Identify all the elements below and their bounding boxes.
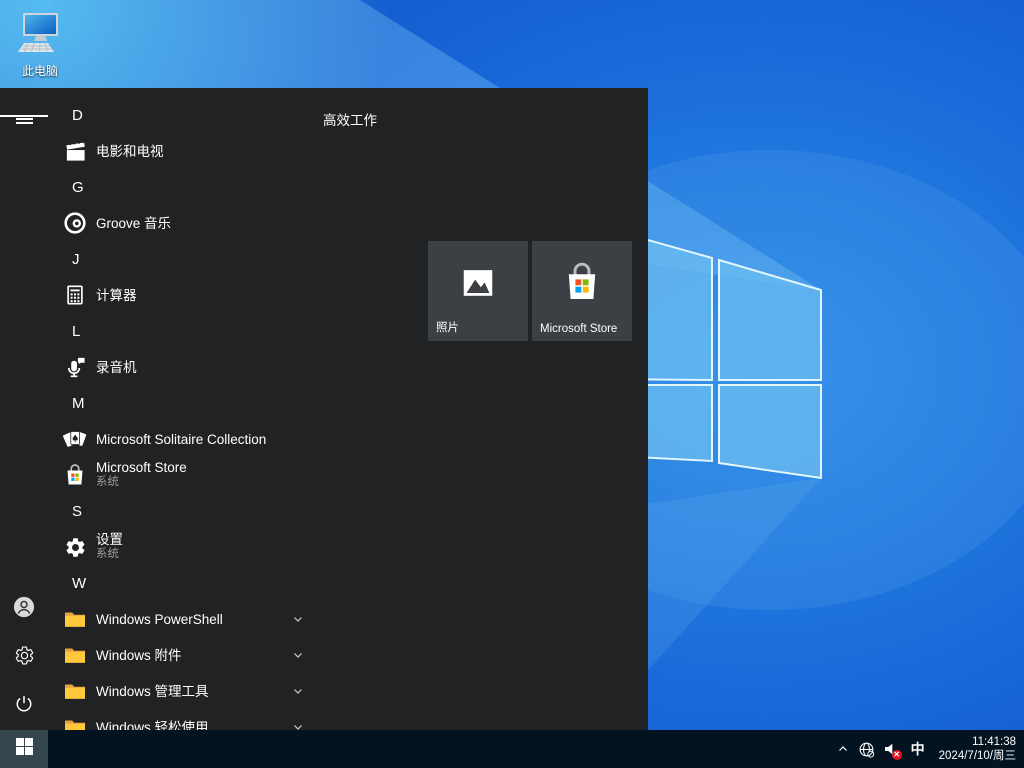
app-item-label: 录音机 bbox=[96, 360, 137, 375]
app-item-label: 设置 系统 bbox=[96, 532, 123, 562]
app-item-label: Groove 音乐 bbox=[96, 216, 171, 231]
app-list: D 电影和电视 G bbox=[48, 97, 318, 730]
app-item-label: Microsoft Store 系统 bbox=[96, 460, 187, 490]
section-header-g[interactable]: G bbox=[48, 169, 318, 205]
section-letter: M bbox=[72, 395, 85, 412]
folder-icon bbox=[63, 643, 87, 667]
folder-icon bbox=[63, 679, 87, 703]
clock-time: 11:41:38 bbox=[939, 735, 1016, 749]
start-menu: D 电影和电视 G bbox=[0, 88, 648, 730]
section-header-d[interactable]: D bbox=[48, 97, 318, 133]
gear-icon[interactable] bbox=[0, 633, 48, 677]
chevron-down-icon[interactable] bbox=[292, 685, 304, 697]
taskbar-clock[interactable]: 11:41:38 2024/7/10/周三 bbox=[933, 735, 1024, 763]
app-item-sublabel: 系统 bbox=[96, 475, 187, 490]
hamburger-icon[interactable] bbox=[0, 94, 48, 138]
this-pc-icon bbox=[16, 43, 64, 60]
windows-desktop: 此电脑 bbox=[0, 0, 1024, 768]
chevron-up-icon[interactable] bbox=[831, 730, 855, 768]
section-letter: S bbox=[72, 503, 82, 520]
windows-logo-icon bbox=[16, 738, 33, 760]
user-avatar-icon[interactable] bbox=[0, 585, 48, 629]
folder-item-label: Windows PowerShell bbox=[96, 612, 223, 627]
desktop-icon-label: 此电脑 bbox=[10, 62, 70, 79]
folder-item-windows-ease-of-access[interactable]: Windows 轻松使用 bbox=[48, 709, 318, 730]
clock-date: 2024/7/10/周三 bbox=[939, 749, 1016, 763]
chevron-down-icon[interactable] bbox=[292, 721, 304, 730]
app-item-label: Microsoft Solitaire Collection bbox=[96, 432, 266, 447]
folder-item-label: Windows 管理工具 bbox=[96, 684, 209, 699]
folder-icon bbox=[63, 715, 87, 730]
section-letter: D bbox=[72, 107, 83, 124]
taskbar: ✕ 中 11:41:38 2024/7/10/周三 bbox=[0, 730, 1024, 768]
folder-item-windows-admin-tools[interactable]: Windows 管理工具 bbox=[48, 673, 318, 709]
globe-no-internet-icon[interactable] bbox=[855, 730, 879, 768]
system-tray: ✕ 中 11:41:38 2024/7/10/周三 bbox=[831, 730, 1024, 768]
section-header-w[interactable]: W bbox=[48, 565, 318, 601]
app-item-calculator[interactable]: 计算器 bbox=[48, 277, 318, 313]
mute-badge: ✕ bbox=[892, 750, 902, 760]
app-item-voice-recorder[interactable]: 录音机 bbox=[48, 349, 318, 385]
store-bag-icon bbox=[560, 261, 604, 310]
voice-recorder-icon bbox=[63, 355, 87, 379]
calculator-icon bbox=[63, 283, 87, 307]
solitaire-icon bbox=[63, 427, 87, 451]
ime-indicator[interactable]: 中 bbox=[903, 730, 933, 768]
folder-item-windows-accessories[interactable]: Windows 附件 bbox=[48, 637, 318, 673]
app-item-movies-tv[interactable]: 电影和电视 bbox=[48, 133, 318, 169]
section-letter: W bbox=[72, 575, 86, 592]
section-letter: G bbox=[72, 179, 84, 196]
app-item-label: 计算器 bbox=[96, 288, 137, 303]
start-button[interactable] bbox=[0, 730, 48, 768]
desktop-icon-this-pc[interactable]: 此电脑 bbox=[10, 8, 70, 79]
groove-music-icon bbox=[63, 211, 87, 235]
movies-tv-icon bbox=[63, 139, 87, 163]
app-item-solitaire[interactable]: Microsoft Solitaire Collection bbox=[48, 421, 318, 457]
chevron-down-icon[interactable] bbox=[292, 649, 304, 661]
tile-label: 照片 bbox=[436, 319, 459, 335]
start-menu-rail bbox=[0, 88, 48, 730]
section-header-j[interactable]: J bbox=[48, 241, 318, 277]
tile-photos[interactable]: 照片 bbox=[428, 241, 528, 341]
app-item-groove-music[interactable]: Groove 音乐 bbox=[48, 205, 318, 241]
app-item-microsoft-store[interactable]: Microsoft Store 系统 bbox=[48, 457, 318, 493]
tile-group-title[interactable]: 高效工作 bbox=[323, 109, 377, 129]
folder-item-windows-powershell[interactable]: Windows PowerShell bbox=[48, 601, 318, 637]
app-item-label: 电影和电视 bbox=[96, 144, 164, 159]
app-item-sublabel: 系统 bbox=[96, 547, 123, 562]
chevron-down-icon[interactable] bbox=[292, 613, 304, 625]
power-icon[interactable] bbox=[0, 682, 48, 726]
section-header-m[interactable]: M bbox=[48, 385, 318, 421]
gear-icon bbox=[63, 535, 87, 559]
section-letter: L bbox=[72, 323, 80, 340]
store-bag-icon bbox=[63, 463, 87, 487]
section-letter: J bbox=[72, 251, 80, 268]
tile-label: Microsoft Store bbox=[540, 323, 617, 335]
photos-icon bbox=[459, 264, 497, 307]
section-header-s[interactable]: S bbox=[48, 493, 318, 529]
folder-item-label: Windows 附件 bbox=[96, 648, 182, 663]
tile-microsoft-store[interactable]: Microsoft Store bbox=[532, 241, 632, 341]
speaker-muted-icon[interactable]: ✕ bbox=[879, 730, 903, 768]
section-header-l[interactable]: L bbox=[48, 313, 318, 349]
folder-item-label: Windows 轻松使用 bbox=[96, 720, 209, 731]
folder-icon bbox=[63, 607, 87, 631]
app-item-settings[interactable]: 设置 系统 bbox=[48, 529, 318, 565]
